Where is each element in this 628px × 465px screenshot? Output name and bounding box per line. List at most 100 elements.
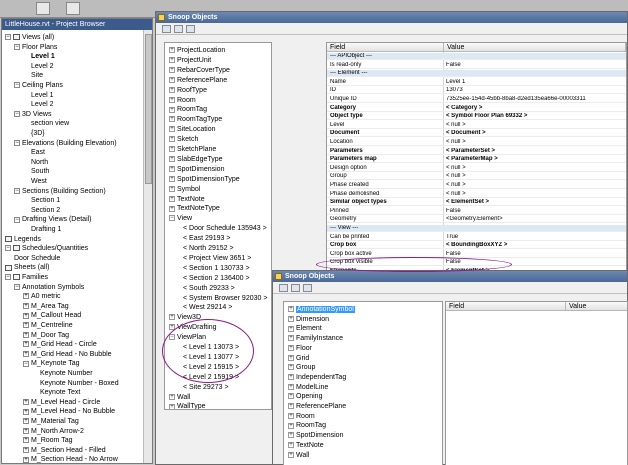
snoop-tree-item[interactable]: < Section 2 136400 >	[183, 274, 250, 283]
snoop-tree-item[interactable]: + TextNote	[288, 441, 324, 450]
expand-icon[interactable]: +	[288, 315, 294, 322]
field-column-header[interactable]: Field	[327, 43, 444, 52]
tree-item[interactable]: + M_Section Head - Filled	[23, 446, 106, 456]
snoop-tree-item[interactable]: + Group	[288, 363, 315, 372]
tree-item[interactable]: section view	[23, 119, 69, 129]
expand-icon[interactable]: +	[288, 393, 294, 400]
expand-icon[interactable]: +	[169, 126, 175, 133]
snoop-tree-item[interactable]: + Floor	[288, 344, 312, 353]
tree-item[interactable]: Level 1	[23, 52, 55, 62]
tree-item[interactable]: − Floor Plans	[14, 43, 57, 53]
snoop-tree-item[interactable]: + RebarCoverType	[169, 66, 230, 75]
property-row[interactable]: Design option < null >	[327, 165, 626, 172]
tree-item[interactable]: − Annotation Symbols	[14, 283, 84, 293]
tree-item[interactable]: − Drafting Views (Detail)	[14, 215, 92, 225]
tree-item[interactable]: + M_Grid Head - Circle	[23, 340, 97, 350]
expand-icon[interactable]: +	[169, 86, 175, 93]
property-row[interactable]: Parameters < ParameterSet >	[327, 148, 626, 155]
expand-icon[interactable]: +	[23, 408, 29, 415]
tree-item[interactable]: West	[23, 177, 47, 187]
snoop-tree-item[interactable]: + IndependentTag	[288, 373, 346, 382]
expand-icon[interactable]: +	[169, 165, 175, 172]
expand-icon[interactable]: +	[288, 374, 294, 381]
print-icon[interactable]	[279, 284, 288, 292]
tree-item[interactable]: + M_Level Head - No Bubble	[23, 407, 115, 417]
tree-item[interactable]: Legends	[5, 235, 41, 245]
expand-icon[interactable]: +	[23, 418, 29, 425]
property-row[interactable]: Category < Category >	[327, 105, 626, 112]
category-row[interactable]: --- Element ---	[327, 70, 626, 78]
expand-icon[interactable]: +	[288, 412, 294, 419]
snoop-tree-item[interactable]: + Wall	[169, 393, 190, 402]
snoop-tree-item[interactable]: + ModelLine	[288, 383, 328, 392]
expand-icon[interactable]: +	[169, 175, 175, 182]
snoop-tree-item[interactable]: + Grid	[288, 354, 309, 363]
snoop-tree-item[interactable]: + RoofType	[169, 86, 207, 95]
snoop-tree-item[interactable]: + RoomTagType	[169, 115, 222, 124]
property-row[interactable]: Document < Document >	[327, 130, 626, 138]
expand-icon[interactable]: +	[288, 432, 294, 439]
snoop-tree-item[interactable]: < East 29193 >	[183, 234, 230, 243]
expand-icon[interactable]: +	[23, 293, 29, 300]
snoop-tree-item[interactable]: < Project View 3651 >	[183, 254, 251, 263]
snoop-tree-item[interactable]: + RoomTag	[288, 421, 326, 430]
expand-icon[interactable]: +	[169, 156, 175, 163]
snoop-tree-item[interactable]: + TextNote	[169, 195, 205, 204]
expand-icon[interactable]: +	[169, 136, 175, 143]
snoop-tree-item[interactable]: + RoomTag	[169, 105, 207, 114]
expand-icon[interactable]: +	[288, 364, 294, 371]
value-column-header[interactable]: Value	[444, 43, 626, 52]
snoop-tree-item[interactable]: < West 29214 >	[183, 303, 232, 312]
snoop-tree-item[interactable]: + Symbol	[169, 185, 200, 194]
property-row[interactable]: Name Level 1	[327, 79, 626, 86]
expand-icon[interactable]: +	[288, 354, 294, 361]
tree-item[interactable]: + M_Area Tag	[23, 302, 69, 312]
snoop-tree-item[interactable]: + Dimension	[288, 315, 329, 324]
tree-item[interactable]: + M_Grid Head - No Bubble	[23, 350, 112, 360]
print-icon[interactable]	[162, 25, 171, 33]
expand-icon[interactable]: +	[169, 314, 175, 321]
collapse-icon[interactable]: −	[5, 34, 11, 41]
project-browser-scrollbar[interactable]	[143, 30, 152, 463]
tree-item[interactable]: {3D}	[23, 129, 45, 139]
tree-item[interactable]: − Elevations (Building Elevation)	[14, 139, 117, 149]
expand-icon[interactable]: +	[23, 427, 29, 434]
tree-item[interactable]: Sheets (all)	[5, 263, 49, 273]
snoop-tree-item[interactable]: < System Browser 92030 >	[183, 294, 267, 303]
tree-item[interactable]: − Sections (Building Section)	[14, 187, 106, 197]
expand-icon[interactable]: +	[288, 403, 294, 410]
expand-icon[interactable]: +	[23, 437, 29, 444]
value-column-header-2[interactable]: Value	[566, 302, 627, 311]
property-row[interactable]: Object type < Symbol Floor Plan 69332 >	[327, 113, 626, 121]
tree-item[interactable]: + M_Callout Head	[23, 311, 81, 321]
expand-icon[interactable]: +	[169, 116, 175, 123]
snoop-tree-item[interactable]: + ReferencePlane	[169, 76, 227, 85]
tree-item[interactable]: Section 2	[23, 206, 60, 216]
property-row[interactable]: Phase demolished < null >	[327, 191, 626, 198]
expand-icon[interactable]: +	[23, 331, 29, 338]
property-row[interactable]: Can be printed True	[327, 234, 626, 241]
collapse-icon[interactable]: −	[14, 43, 20, 50]
toolbar-icon-button[interactable]	[66, 2, 80, 15]
snoop-tree-item[interactable]: + Wall	[288, 451, 309, 460]
expand-icon[interactable]: +	[288, 441, 294, 448]
print-preview-icon[interactable]	[174, 25, 183, 33]
field-column-header-2[interactable]: Field	[446, 302, 566, 311]
expand-icon[interactable]: +	[288, 383, 294, 390]
snoop-tree-item[interactable]: + WallType	[169, 402, 206, 409]
property-row[interactable]: Pinned False	[327, 208, 626, 215]
snoop-tree-item[interactable]: + SketchPlane	[169, 145, 216, 154]
category-row[interactable]: --- APIObject ---	[327, 53, 626, 60]
expand-icon[interactable]: +	[288, 335, 294, 342]
tree-item[interactable]: + A0 metric	[23, 292, 61, 302]
snoop-tree-item[interactable]: + Room	[169, 96, 196, 105]
snoop-tree-item[interactable]: + FamilyInstance	[288, 334, 343, 343]
expand-icon[interactable]: +	[288, 451, 294, 458]
property-row[interactable]: Location < null >	[327, 139, 626, 146]
expand-icon[interactable]: +	[169, 96, 175, 103]
snoop-tree-item[interactable]: < Section 1 130733 >	[183, 264, 250, 273]
expand-icon[interactable]: +	[169, 205, 175, 212]
collapse-icon[interactable]: −	[5, 245, 11, 252]
expand-icon[interactable]: +	[23, 398, 29, 405]
expand-icon[interactable]: +	[23, 302, 29, 309]
